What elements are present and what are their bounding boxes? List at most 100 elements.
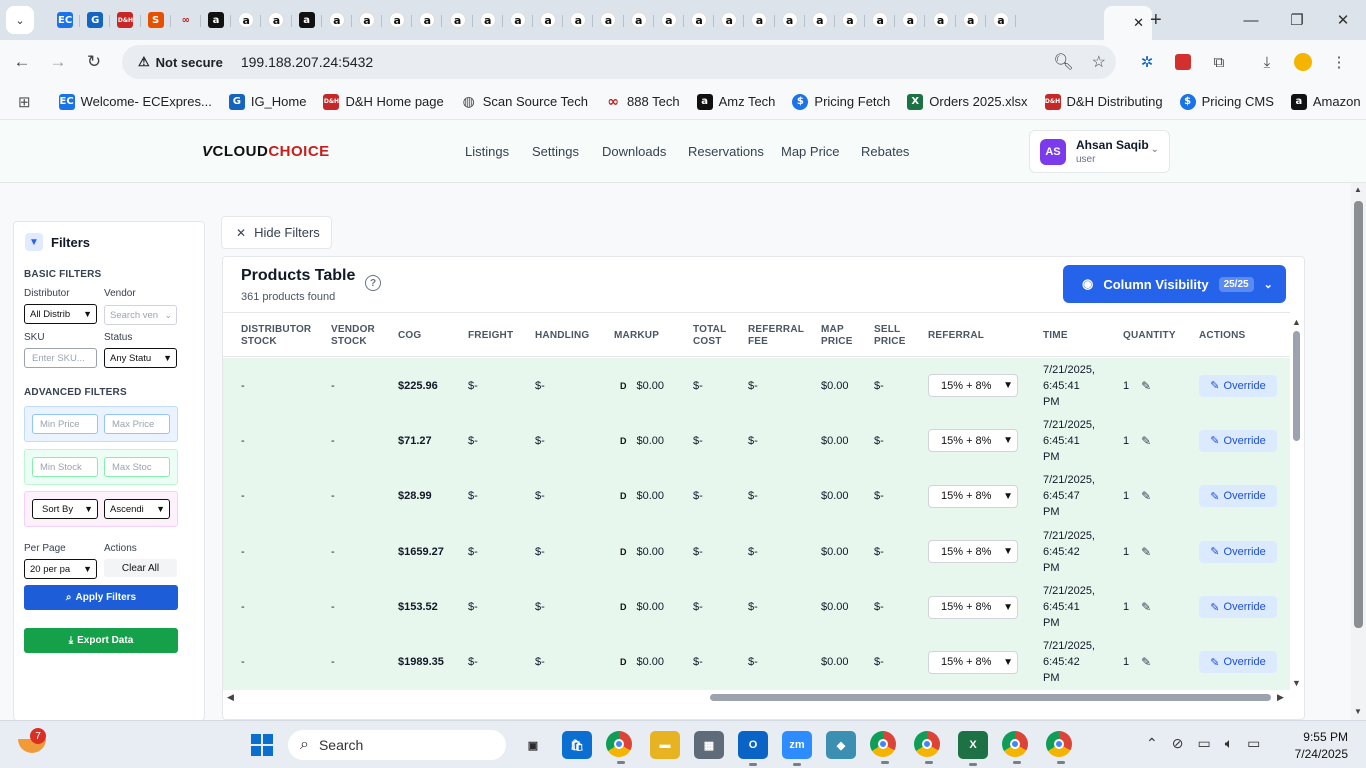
edit-icon[interactable]: ✎ [1141, 379, 1151, 393]
url-text[interactable]: 199.188.207.24:5432 [241, 54, 373, 70]
max-stock-input[interactable]: Max Stoc [104, 457, 170, 477]
clear-all-button[interactable]: Clear All [104, 559, 177, 577]
hide-filters-button[interactable]: ✕ Hide Filters [221, 216, 332, 249]
tab-search-button[interactable]: ⌄ [6, 6, 34, 34]
browser-tab[interactable]: a [593, 5, 624, 35]
browser-tab[interactable]: a [956, 5, 987, 35]
override-button[interactable]: ✎ Override [1199, 374, 1277, 397]
nav-downloads[interactable]: Downloads [602, 144, 666, 159]
browser-tab[interactable]: a [412, 5, 443, 35]
browser-tab[interactable]: a [775, 5, 805, 35]
help-icon[interactable]: ? [365, 275, 381, 291]
table-vertical-scrollbar[interactable]: ▲ ▼ [1290, 317, 1304, 690]
bookmark-star-icon[interactable]: ☆ [1092, 52, 1106, 72]
edit-icon[interactable]: ✎ [1141, 600, 1151, 614]
sort-order-select[interactable]: Ascendi ▼ [104, 499, 170, 519]
override-button[interactable]: ✎ Override [1199, 651, 1277, 674]
page-scrollbar[interactable]: ▲ ▼ [1351, 183, 1366, 720]
bookmark-item[interactable]: D&H D&H Distributing [1044, 93, 1163, 110]
browser-tab[interactable]: a [292, 5, 322, 35]
outlook-icon[interactable]: O [738, 731, 768, 766]
apply-filters-button[interactable]: ⌕ Apply Filters [24, 585, 178, 610]
browser-tab[interactable]: a [503, 5, 534, 35]
browser-tab[interactable]: a [895, 5, 926, 35]
table-row[interactable]: - - $28.99 $- $- $- $- $0.00 $- D $0.00 15% + 8% ▼ 7/… [223, 469, 1290, 524]
sort-by-select[interactable]: Sort By ▼ [32, 499, 98, 519]
maximize-icon[interactable]: ❐ [1274, 11, 1320, 29]
browser-tab[interactable]: a [231, 5, 262, 35]
bookmark-item[interactable]: a Amazon [1290, 93, 1361, 110]
browser-tab[interactable]: a [563, 5, 594, 35]
min-stock-input[interactable]: Min Stock [32, 457, 98, 477]
store-icon[interactable]: 🛍 [562, 731, 592, 759]
browser-tab[interactable]: a [322, 5, 353, 35]
edit-icon[interactable]: ✎ [1141, 545, 1151, 559]
column-header[interactable]: REFERRAL FEE [748, 313, 813, 358]
column-header[interactable]: HANDLING [535, 313, 605, 358]
chrome-icon[interactable]: ◉ [1046, 731, 1072, 764]
download-icon[interactable]: ⤓ [1256, 51, 1278, 73]
column-header[interactable]: TIME [1043, 313, 1118, 358]
nav-settings[interactable]: Settings [532, 144, 579, 159]
volume-icon[interactable]: 🔈︎ [1225, 735, 1233, 752]
edit-icon[interactable]: ✎ [1141, 489, 1151, 503]
bookmark-item[interactable]: X Orders 2025.xlsx [907, 93, 1028, 110]
scroll-down-icon[interactable]: ▼ [1354, 707, 1362, 716]
chrome-icon[interactable]: ◉ [870, 731, 896, 764]
column-visibility-button[interactable]: ◉ Column Visibility 25/25 ⌄ [1063, 265, 1286, 303]
browser-tab[interactable]: a [835, 5, 866, 35]
close-window-icon[interactable]: ✕ [1320, 11, 1366, 29]
referral-select[interactable]: 15% + 8% ▼ [928, 650, 1018, 674]
browser-tab[interactable]: a [352, 5, 383, 35]
chevron-up-icon[interactable]: ⌃ [1146, 735, 1158, 752]
export-data-button[interactable]: ⤓ Export Data [24, 628, 178, 653]
referral-select[interactable]: 15% + 8% ▼ [928, 595, 1018, 619]
close-tab-icon[interactable]: ✕ [1133, 15, 1144, 31]
nav-map-price[interactable]: Map Price [781, 144, 840, 159]
edit-icon[interactable]: ✎ [1141, 655, 1151, 669]
browser-tab[interactable]: a [533, 5, 564, 35]
browser-tab[interactable]: a [382, 5, 413, 35]
per-page-select[interactable]: 20 per pa ▼ [24, 559, 97, 579]
column-header[interactable]: VENDOR STOCK [331, 313, 391, 358]
table-row[interactable]: - - $153.52 $- $- $- $- $0.00 $- D $0.00 15% + 8% ▼ 7… [223, 580, 1290, 635]
app-diamond-icon[interactable]: ◆ [826, 731, 856, 759]
profile-avatar[interactable] [1292, 51, 1314, 73]
column-header[interactable]: MARKUP [614, 313, 684, 358]
referral-select[interactable]: 15% + 8% ▼ [928, 429, 1018, 453]
referral-select[interactable]: 15% + 8% ▼ [928, 484, 1018, 508]
bookmark-item[interactable]: ∞ 888 Tech [605, 94, 679, 110]
browser-menu-icon[interactable]: ⋮ [1328, 51, 1350, 73]
browser-tab[interactable]: a [442, 5, 473, 35]
zoom-icon[interactable]: 🔍︎ [1053, 52, 1073, 72]
nav-listings[interactable]: Listings [465, 144, 509, 159]
browser-tab[interactable]: a [261, 5, 292, 35]
column-header[interactable]: TOTAL COST [693, 313, 743, 358]
column-header[interactable]: FREIGHT [468, 313, 528, 358]
site-security-chip[interactable]: ⚠ Not secure [130, 49, 231, 75]
browser-tab[interactable]: ∞ [171, 5, 202, 35]
browser-tab[interactable]: a [865, 5, 896, 35]
browser-tab[interactable]: a [986, 5, 1017, 35]
browser-tab[interactable]: D&H [110, 5, 141, 35]
excel-icon[interactable]: X [958, 731, 988, 766]
column-header[interactable]: REFERRAL [928, 313, 1038, 358]
vendor-search-select[interactable]: Search ven ⌄ [104, 305, 177, 325]
scroll-thumb[interactable] [1293, 331, 1300, 441]
browser-tab[interactable]: a [201, 5, 232, 35]
browser-tab[interactable]: a [714, 5, 745, 35]
scroll-thumb[interactable] [710, 694, 1271, 701]
browser-tab[interactable]: a [654, 5, 685, 35]
browser-tab[interactable]: a [684, 5, 715, 35]
table-horizontal-scrollbar[interactable]: ◀ ▶ [223, 690, 1290, 706]
battery-icon[interactable]: ▭ [1247, 735, 1260, 752]
browser-tab[interactable]: G [80, 5, 111, 35]
chrome-icon[interactable]: ◉ [1002, 731, 1028, 764]
taskbar-search[interactable]: ⌕ Search [288, 730, 506, 760]
bookmark-item[interactable]: G IG_Home [228, 93, 306, 110]
column-header[interactable]: ACTIONS [1199, 313, 1289, 358]
browser-tab[interactable]: S [141, 5, 171, 35]
max-price-input[interactable]: Max Price [104, 414, 170, 434]
browser-tab[interactable]: a [624, 5, 654, 35]
nav-rebates[interactable]: Rebates [861, 144, 909, 159]
